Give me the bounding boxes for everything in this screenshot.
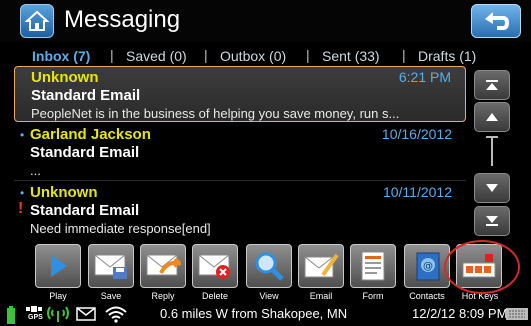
home-icon [25, 10, 49, 31]
scroll-indicator[interactable] [486, 136, 498, 166]
form-button[interactable] [350, 244, 396, 288]
save-envelope-icon [94, 254, 127, 279]
back-arrow-icon [485, 12, 509, 30]
datetime-text: 12/2/12 8:09 PM [412, 306, 508, 321]
message-sender: Garland Jackson [30, 126, 151, 143]
save-button[interactable] [88, 244, 134, 288]
gps-label: GPS [28, 314, 43, 321]
message-list: Unknown 6:21 PM Standard Email PeopleNet… [14, 66, 468, 240]
tab-separator: | [204, 47, 208, 63]
back-button[interactable] [471, 4, 521, 38]
scroll-down-button[interactable] [474, 173, 510, 203]
scroll-to-top-icon [486, 80, 498, 90]
status-bar: GPS 0.6 miles W from Shakopee, MN 12/2/1… [0, 302, 531, 326]
unread-dot-icon: • [20, 186, 25, 200]
reply-button[interactable] [140, 244, 186, 288]
mail-icon [76, 307, 96, 321]
message-item[interactable]: • Garland Jackson 10/16/2012 Standard Em… [14, 124, 466, 180]
message-item[interactable]: • ! Unknown 10/11/2012 Standard Email Ne… [14, 182, 466, 238]
scroll-up-button[interactable] [474, 102, 510, 132]
view-label: View [259, 291, 279, 301]
tab-separator: | [110, 47, 114, 63]
delete-label: Delete [201, 291, 228, 301]
page-title: Messaging [64, 6, 181, 33]
message-subject: Standard Email [30, 144, 140, 161]
scroll-bottom-button[interactable] [474, 206, 510, 236]
email-pen-icon [304, 253, 339, 278]
email-label: Email [309, 291, 333, 301]
message-item[interactable]: Unknown 6:21 PM Standard Email PeopleNet… [14, 66, 466, 122]
tab-separator: | [402, 47, 406, 63]
scroll-to-bottom-icon [486, 216, 498, 226]
play-button[interactable] [35, 244, 81, 288]
email-button[interactable] [298, 244, 344, 288]
chevron-up-icon [486, 113, 498, 121]
message-subject: Standard Email [30, 202, 140, 219]
tab-outbox[interactable]: Outbox (0) [220, 48, 286, 64]
message-time: 6:21 PM [398, 69, 451, 85]
tab-separator: | [306, 47, 310, 63]
home-button[interactable] [20, 4, 54, 38]
play-label: Play [49, 291, 67, 301]
view-button[interactable] [246, 244, 292, 288]
message-time: 10/11/2012 [382, 184, 452, 200]
signal-icon [47, 306, 69, 322]
message-preview: PeopleNet is in the business of helping … [31, 106, 400, 121]
contacts-label: Contacts [409, 291, 445, 301]
magnifier-icon [255, 252, 284, 281]
message-subject: Standard Email [31, 87, 141, 104]
highlight-circle [444, 240, 520, 294]
reply-label: Reply [151, 291, 175, 301]
keyboard-icon[interactable] [506, 308, 528, 320]
form-label: Form [362, 291, 384, 301]
message-time: 10/16/2012 [381, 126, 452, 142]
wifi-icon [105, 306, 127, 323]
scroll-top-button[interactable] [474, 70, 510, 100]
play-icon [51, 255, 67, 277]
delete-envelope-icon [198, 254, 230, 279]
form-document-icon [361, 251, 385, 281]
location-text: 0.6 miles W from Shakopee, MN [160, 306, 348, 321]
chevron-down-icon [486, 184, 498, 192]
svg-text:@: @ [423, 261, 433, 272]
folder-tabs: Inbox (7) | Saved (0) | Outbox (0) | Sen… [0, 46, 531, 66]
message-preview: Need immediate response[end] [30, 221, 211, 236]
contacts-book-icon: @ [416, 252, 440, 281]
message-sender: Unknown [30, 184, 98, 201]
gps-satellite-icon [26, 306, 42, 312]
battery-icon [7, 306, 15, 324]
message-sender: Unknown [31, 69, 99, 86]
delete-button[interactable] [192, 244, 238, 288]
title-bar: Messaging [0, 0, 531, 42]
tab-sent[interactable]: Sent (33) [322, 48, 380, 64]
tab-drafts[interactable]: Drafts (1) [418, 48, 476, 64]
tab-saved[interactable]: Saved (0) [126, 48, 187, 64]
unread-dot-icon: • [20, 128, 25, 142]
priority-icon: ! [18, 200, 24, 217]
list-divider [14, 180, 466, 181]
message-preview: ... [30, 163, 41, 178]
save-label: Save [100, 291, 122, 301]
tab-inbox[interactable]: Inbox (7) [32, 48, 90, 64]
reply-envelope-icon [146, 254, 181, 276]
